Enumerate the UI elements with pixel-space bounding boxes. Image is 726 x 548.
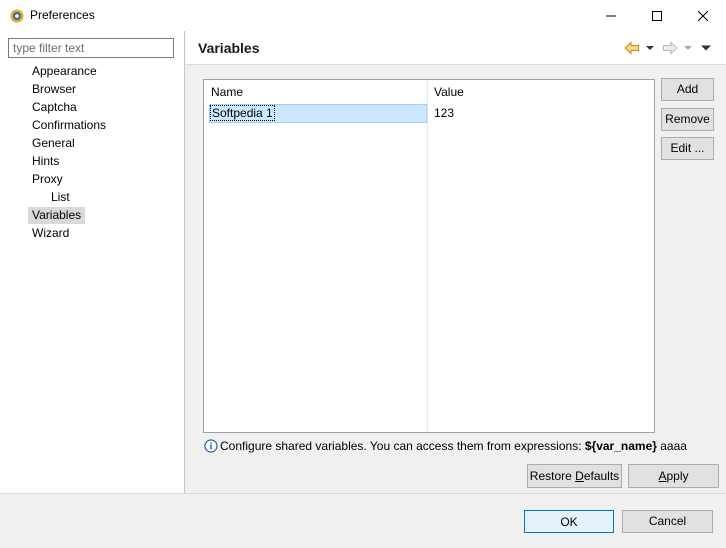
info-icon [204, 439, 218, 453]
footer-divider [0, 493, 726, 494]
forward-arrow-icon[interactable] [662, 41, 678, 55]
dropdown-arrow-icon[interactable] [645, 41, 655, 55]
tree-item-captcha[interactable]: Captcha [28, 99, 81, 116]
add-button[interactable]: Add [661, 78, 714, 101]
tree-item-confirmations[interactable]: Confirmations [28, 117, 110, 134]
info-text: Configure shared variables. You can acce… [220, 439, 687, 453]
dialog-client: Appearance Browser Captcha Confirmations… [0, 31, 726, 548]
restore-label-start: Restore [529, 469, 576, 483]
tree-item-browser[interactable]: Browser [28, 81, 80, 98]
cell-name-text: Softpedia 1 [210, 105, 275, 121]
tree-item-wizard[interactable]: Wizard [28, 225, 73, 242]
maximize-icon [652, 10, 662, 21]
dropdown-arrow-icon[interactable] [683, 41, 693, 55]
apply-button[interactable]: Apply [628, 464, 719, 488]
column-divider [427, 80, 428, 432]
tree-item-hints[interactable]: Hints [28, 153, 63, 170]
view-menu-icon[interactable] [700, 41, 712, 55]
ok-button[interactable]: OK [524, 510, 614, 533]
restore-label-mnemonic: D [575, 469, 584, 483]
restore-label-end: efaults [583, 469, 620, 483]
edit-button[interactable]: Edit ... [661, 137, 714, 160]
info-text-main: Configure shared variables. You can acce… [220, 439, 585, 453]
remove-button[interactable]: Remove [661, 108, 714, 131]
table-cell-name[interactable]: Softpedia 1 [210, 104, 275, 123]
preference-page: Variables Name Value Softpedia 1 123 Add… [186, 31, 726, 493]
close-icon [698, 10, 708, 21]
restore-defaults-button[interactable]: Restore Defaults [527, 464, 622, 488]
minimize-icon [606, 15, 616, 16]
apply-label-end: pply [666, 469, 689, 483]
filter-input[interactable] [8, 38, 174, 58]
info-var-token: ${var_name} [584, 439, 657, 453]
column-header-value[interactable]: Value [427, 80, 654, 104]
minimize-button[interactable] [588, 0, 634, 31]
window-title: Preferences [30, 8, 95, 22]
maximize-button[interactable] [634, 0, 680, 31]
tree-item-proxy[interactable]: Proxy [28, 171, 67, 188]
apply-label-mnemonic: A [658, 469, 667, 483]
app-icon [10, 9, 24, 23]
table-cell-value[interactable]: 123 [434, 104, 454, 123]
cancel-button[interactable]: Cancel [622, 510, 713, 533]
column-header-name[interactable]: Name [204, 80, 427, 104]
variables-table[interactable]: Name Value Softpedia 1 123 [203, 79, 655, 433]
page-header: Variables [186, 31, 726, 65]
back-arrow-icon[interactable] [624, 41, 640, 55]
close-button[interactable] [680, 0, 726, 31]
preferences-nav: Appearance Browser Captcha Confirmations… [0, 31, 185, 493]
title-bar: Preferences [0, 0, 726, 31]
page-title: Variables [198, 40, 260, 56]
tree-item-general[interactable]: General [28, 135, 79, 152]
info-text-suffix: aaaa [656, 439, 687, 453]
tree-item-variables[interactable]: Variables [28, 207, 86, 224]
tree-item-appearance[interactable]: Appearance [28, 63, 101, 80]
tree-item-list[interactable]: List [47, 189, 74, 206]
